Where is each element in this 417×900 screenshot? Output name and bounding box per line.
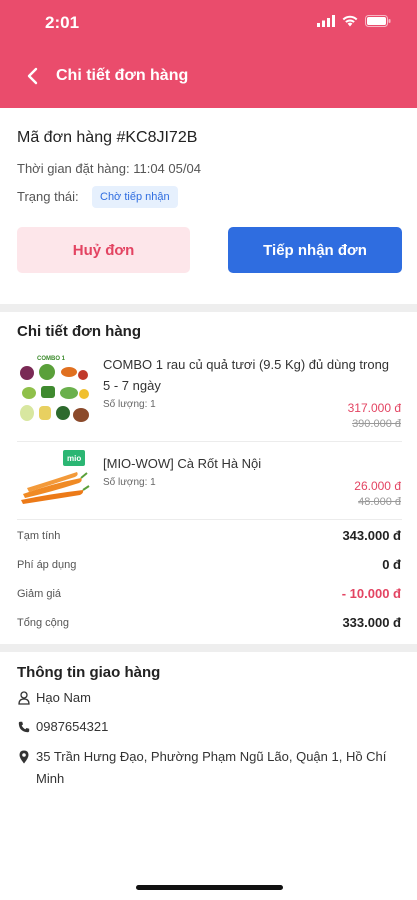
shipping-title: Thông tin giao hàng — [17, 664, 161, 681]
cancel-order-button[interactable]: Huỷ đơn — [17, 227, 190, 273]
shipping-name-row: Hạo Nam — [17, 690, 91, 706]
wifi-icon — [342, 15, 358, 27]
order-time: Thời gian đặt hàng: 11:04 05/04 — [17, 161, 201, 176]
divider — [17, 519, 402, 520]
section-separator — [0, 304, 417, 312]
divider — [17, 441, 402, 442]
subtotal-value: 343.000 đ — [342, 528, 401, 543]
fee-label: Phí áp dụng — [17, 559, 77, 571]
section-separator — [0, 644, 417, 652]
fee-value: 0 đ — [382, 557, 401, 572]
item-old-price: 390.000 đ — [352, 418, 401, 430]
chevron-left-icon — [27, 67, 38, 85]
user-icon — [17, 690, 31, 706]
item-quantity: Số lượng: 1 — [103, 477, 156, 488]
status-badge: Chờ tiếp nhận — [92, 186, 178, 208]
total-label: Tổng cộng — [17, 617, 69, 629]
details-title: Chi tiết đơn hàng — [17, 323, 141, 340]
item-name: COMBO 1 rau củ quả tươi (9.5 Kg) đủ dùng… — [103, 357, 390, 393]
item-thumbnail: COMBO 1 — [17, 353, 91, 429]
app-header: 2:01 Chi tiết đơn hàng — [0, 0, 417, 108]
discount-label: Giảm giá — [17, 588, 62, 600]
discount-value: - 10.000 đ — [341, 586, 401, 601]
shipping-address-row: 35 Trần Hưng Đạo, Phường Phạm Ngũ Lão, Q… — [17, 746, 406, 790]
item-old-price: 48.000 đ — [358, 496, 401, 508]
shipping-phone-row: 0987654321 — [17, 719, 108, 735]
item-quantity: Số lượng: 1 — [103, 399, 156, 410]
customer-name: Hạo Nam — [36, 690, 91, 705]
item-price: 317.000 đ — [347, 401, 401, 415]
home-indicator[interactable] — [136, 885, 283, 890]
order-code: Mã đơn hàng #KC8JI72B — [17, 129, 198, 146]
customer-address: 35 Trần Hưng Đạo, Phường Phạm Ngũ Lão, Q… — [36, 749, 387, 786]
customer-phone: 0987654321 — [36, 719, 109, 734]
battery-icon — [365, 15, 391, 27]
location-pin-icon — [17, 749, 31, 765]
combo-label: COMBO 1 — [37, 356, 66, 362]
accept-order-button[interactable]: Tiếp nhận đơn — [228, 227, 402, 273]
item-name: [MIO-WOW] Cà Rốt Hà Nội — [103, 456, 262, 471]
page-title: Chi tiết đơn hàng — [56, 67, 189, 84]
item-thumbnail: mio — [17, 448, 91, 512]
total-value: 333.000 đ — [342, 615, 401, 630]
status-icons — [317, 15, 391, 27]
status-time: 2:01 — [45, 13, 80, 32]
mio-label: mio — [67, 454, 81, 463]
item-price: 26.000 đ — [354, 479, 401, 493]
status-label: Trạng thái: — [17, 189, 79, 204]
back-button[interactable] — [20, 64, 44, 88]
phone-icon — [17, 719, 31, 735]
subtotal-label: Tạm tính — [17, 530, 61, 542]
signal-icon — [317, 15, 335, 27]
